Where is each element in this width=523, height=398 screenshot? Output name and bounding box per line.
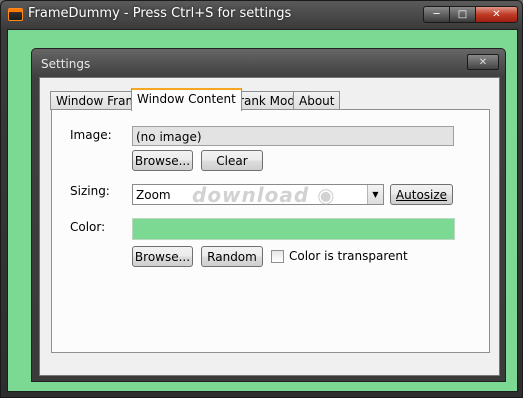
- watermark: download ◉: [192, 183, 336, 207]
- transparent-label[interactable]: Color is transparent: [289, 249, 408, 263]
- image-label: Image:: [70, 128, 112, 142]
- main-window: FrameDummy - Press Ctrl+S for settings ─…: [0, 0, 523, 398]
- app-icon[interactable]: [8, 8, 23, 21]
- settings-dialog: Settings ✕ Window Frame Window Content P…: [31, 48, 506, 382]
- color-swatch[interactable]: [132, 218, 455, 240]
- title-bar[interactable]: FrameDummy - Press Ctrl+S for settings ─…: [1, 1, 522, 29]
- tab-window-content[interactable]: Window Content: [131, 88, 242, 111]
- color-label: Color:: [70, 220, 106, 234]
- tab-panel-window-content: Image: (no image) Browse... Clear Sizing…: [51, 109, 490, 353]
- transparent-checkbox[interactable]: [271, 250, 284, 263]
- dialog-close-button[interactable]: ✕: [467, 54, 499, 70]
- autosize-button[interactable]: Autosize: [390, 184, 453, 205]
- minimize-icon: ─: [433, 9, 440, 20]
- sizing-label: Sizing:: [70, 184, 110, 198]
- image-path-field: (no image): [132, 126, 454, 146]
- chevron-down-icon[interactable]: ▼: [367, 185, 383, 204]
- window-title: FrameDummy - Press Ctrl+S for settings: [28, 6, 292, 21]
- dialog-client-area: Window Frame Window Content Prank Mode A…: [39, 77, 500, 376]
- watermark-text: download: [192, 183, 310, 207]
- maximize-button[interactable]: □: [449, 6, 476, 23]
- image-clear-button[interactable]: Clear: [201, 150, 263, 171]
- caption-buttons: ─ □ ✕: [423, 6, 518, 23]
- tab-about[interactable]: About: [293, 91, 341, 110]
- window-client-area: Settings ✕ Window Frame Window Content P…: [7, 29, 518, 392]
- maximize-icon: □: [457, 9, 468, 20]
- close-button[interactable]: ✕: [475, 6, 518, 23]
- close-icon: ✕: [492, 9, 501, 20]
- minimize-button[interactable]: ─: [423, 6, 450, 23]
- autosize-label: Autosize: [395, 187, 448, 202]
- color-browse-button[interactable]: Browse...: [132, 246, 193, 267]
- sizing-selected-value: Zoom: [136, 188, 171, 202]
- close-icon: ✕: [478, 56, 488, 68]
- watermark-logo-icon: ◉: [317, 183, 336, 207]
- dialog-title: Settings: [41, 57, 91, 71]
- color-random-button[interactable]: Random: [201, 246, 263, 267]
- image-browse-button[interactable]: Browse...: [132, 150, 193, 171]
